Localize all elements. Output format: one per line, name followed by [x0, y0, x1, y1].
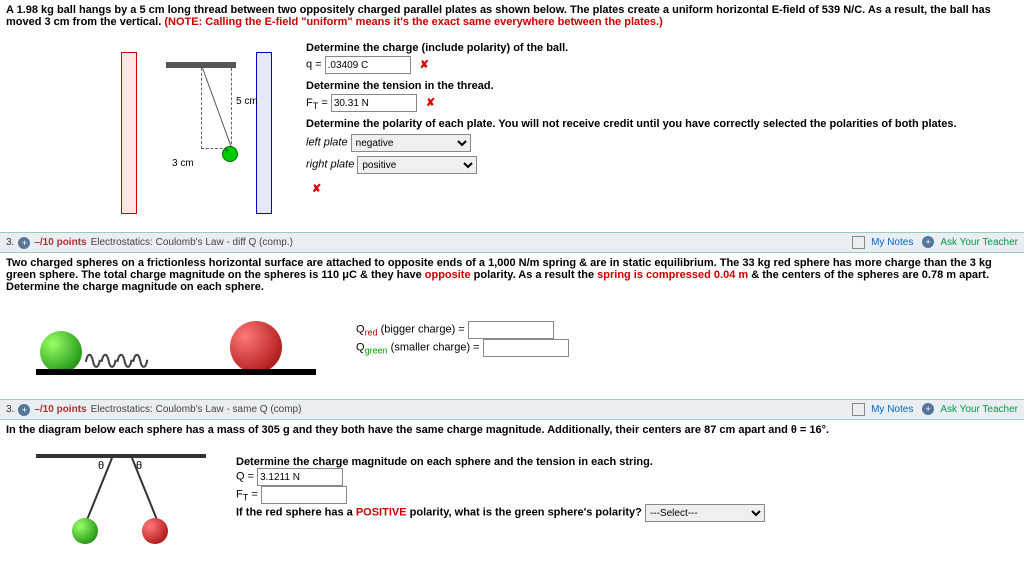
ask-teacher-link[interactable]: Ask Your Teacher — [940, 237, 1018, 248]
left-plate-label: left plate — [306, 137, 348, 149]
q3-num: 3. — [6, 404, 14, 415]
q1-diagram: + 5 cm 3 cm — [66, 42, 276, 222]
wrong-icon: ✘ — [312, 183, 321, 195]
q3-points: –/10 points — [34, 404, 86, 415]
q1-p1-sym: q = — [306, 59, 325, 71]
mynotes-checkbox[interactable] — [852, 236, 865, 249]
string-right-icon — [131, 458, 159, 524]
q1-p3-label: Determine the polarity of each plate. Yo… — [306, 118, 1018, 130]
ask-teacher-link[interactable]: Ask Your Teacher — [940, 404, 1018, 415]
q3-header: 3. + –/10 points Electrostatics: Coulomb… — [0, 399, 1024, 420]
mynotes-checkbox[interactable] — [852, 403, 865, 416]
q2-diagram: ∿∿∿∿ — [26, 299, 336, 389]
q1-body: + 5 cm 3 cm Determine the charge (includ… — [0, 32, 1024, 232]
qgreen-input[interactable] — [483, 339, 569, 357]
qred-input[interactable] — [468, 321, 554, 339]
green-sphere-icon — [40, 331, 82, 373]
label-3cm: 3 cm — [172, 158, 194, 169]
q3-p1: Determine the charge magnitude on each s… — [236, 456, 653, 468]
q1-p2-input[interactable] — [331, 94, 417, 112]
q2-body: Two charged spheres on a frictionless ho… — [0, 253, 1024, 399]
green-sphere-icon — [72, 518, 98, 544]
q1-prompt: A 1.98 kg ball hangs by a 5 cm long thre… — [0, 0, 1024, 32]
q2-source: Electrostatics: Coulomb's Law - diff Q (… — [91, 237, 293, 248]
q3-text: In the diagram below each sphere has a m… — [6, 424, 829, 436]
mynotes-link[interactable]: My Notes — [871, 237, 913, 248]
wrong-icon: ✘ — [420, 59, 429, 71]
plus-icon: + — [224, 146, 230, 157]
ask-icon[interactable]: + — [922, 236, 934, 248]
q3-q-input[interactable] — [257, 468, 343, 486]
q1-p1-label: Determine the charge (include polarity) … — [306, 42, 1018, 54]
q3-ft-input[interactable] — [261, 486, 347, 504]
q1-p1-input[interactable] — [325, 56, 411, 74]
q2-fields: Qred Q_red (bigger charge) = (bigger cha… — [356, 293, 1018, 357]
q3-body: In the diagram below each sphere has a m… — [0, 420, 1024, 552]
ask-icon[interactable]: + — [922, 403, 934, 415]
left-plate-icon — [121, 52, 137, 214]
surface-icon — [36, 369, 316, 375]
q3-polarity-select[interactable]: ---Select--- — [645, 504, 765, 522]
q3-diagram: θ θ — [16, 442, 226, 542]
left-plate-select[interactable]: negative — [351, 134, 471, 152]
theta-left: θ — [98, 460, 104, 472]
bar-icon — [36, 454, 206, 458]
right-plate-select[interactable]: positive — [357, 156, 477, 174]
expand-icon[interactable]: + — [18, 404, 30, 416]
mynotes-link[interactable]: My Notes — [871, 404, 913, 415]
expand-icon[interactable]: + — [18, 237, 30, 249]
q3-source: Electrostatics: Coulomb's Law - same Q (… — [91, 404, 302, 415]
q2-num: 3. — [6, 237, 14, 248]
right-plate-icon — [256, 52, 272, 214]
q3-fields: Determine the charge magnitude on each s… — [236, 436, 1018, 522]
q2-header: 3. + –/10 points Electrostatics: Coulomb… — [0, 232, 1024, 253]
red-sphere-icon — [142, 518, 168, 544]
q1-fields: Determine the charge (include polarity) … — [306, 36, 1018, 195]
q1-p2-label: Determine the tension in the thread. — [306, 80, 1018, 92]
q3-q-sym: Q = — [236, 471, 257, 483]
wrong-icon: ✘ — [426, 97, 435, 109]
q2-points: –/10 points — [34, 237, 86, 248]
red-sphere-icon — [230, 321, 282, 373]
right-plate-label: right plate — [306, 159, 354, 171]
label-5cm: 5 cm — [236, 96, 258, 107]
